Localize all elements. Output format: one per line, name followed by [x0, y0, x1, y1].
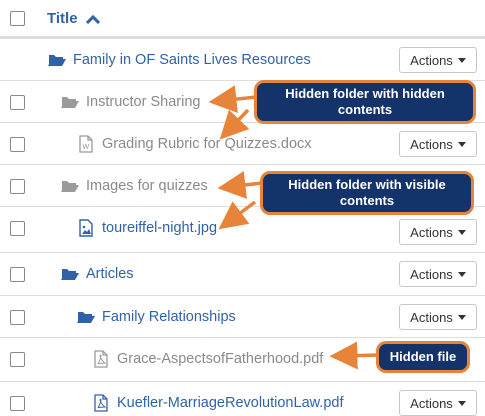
- item-label: Articles: [86, 266, 134, 282]
- item-label: Kuefler-MarriageRevolutionLaw.pdf: [117, 395, 344, 411]
- row-checkbox[interactable]: [10, 95, 25, 110]
- list-item[interactable]: Family Relationships: [76, 308, 236, 326]
- list-item[interactable]: W Grading Rubric for Quizzes.docx: [76, 135, 312, 153]
- caret-down-icon: [457, 57, 466, 63]
- item-label: Instructor Sharing: [86, 94, 201, 110]
- row-checkbox[interactable]: [10, 221, 25, 236]
- callout-text: Hidden file: [389, 349, 457, 364]
- item-label: toureiffel-night.jpg: [102, 220, 218, 236]
- folder-open-icon: [47, 51, 67, 69]
- actions-label: Actions: [410, 395, 453, 411]
- pdf-file-icon: [91, 350, 111, 368]
- item-label: Family Relationships: [102, 309, 236, 325]
- actions-button[interactable]: Actions: [399, 131, 477, 157]
- callout-hidden-file: Hidden file: [376, 341, 470, 373]
- actions-button[interactable]: Actions: [399, 304, 477, 330]
- folder-open-icon: [60, 93, 80, 111]
- folder-open-icon: [60, 265, 80, 283]
- list-item[interactable]: Articles: [60, 265, 134, 283]
- actions-button[interactable]: Actions: [399, 261, 477, 287]
- svg-text:W: W: [83, 144, 90, 151]
- caret-down-icon: [457, 229, 466, 235]
- item-label: Grace-AspectsofFatherhood.pdf: [117, 351, 324, 367]
- item-label: Grading Rubric for Quizzes.docx: [102, 136, 312, 152]
- table-row: Family in OF Saints Lives Resources Acti…: [0, 38, 485, 80]
- row-checkbox[interactable]: [10, 137, 25, 152]
- word-file-icon: W: [76, 135, 96, 153]
- actions-label: Actions: [410, 224, 453, 240]
- row-checkbox[interactable]: [10, 396, 25, 411]
- list-item[interactable]: Instructor Sharing: [60, 93, 200, 111]
- callout-text: Hidden folder with hidden contents: [285, 86, 445, 117]
- caret-down-icon: [457, 400, 466, 406]
- list-item[interactable]: Images for quizzes: [60, 177, 208, 195]
- callout-hidden-folder-hidden-contents: Hidden folder with hidden contents: [254, 80, 476, 124]
- caret-down-icon: [457, 314, 466, 320]
- image-file-icon: [76, 219, 96, 237]
- list-item[interactable]: toureiffel-night.jpg: [76, 219, 217, 237]
- list-item[interactable]: Family in OF Saints Lives Resources: [47, 51, 311, 69]
- caret-down-icon: [457, 271, 466, 277]
- list-item[interactable]: Kuefler-MarriageRevolutionLaw.pdf: [91, 394, 344, 412]
- select-all-checkbox[interactable]: [10, 11, 25, 26]
- row-checkbox[interactable]: [10, 310, 25, 325]
- table-row: Articles Actions: [0, 252, 485, 294]
- actions-button[interactable]: Actions: [399, 47, 477, 73]
- folder-open-icon: [76, 308, 96, 326]
- pdf-file-icon: [91, 394, 111, 412]
- actions-label: Actions: [410, 136, 453, 152]
- callout-text: Hidden folder with visible contents: [288, 177, 446, 208]
- row-checkbox[interactable]: [10, 352, 25, 367]
- folder-open-icon: [60, 177, 80, 195]
- actions-button[interactable]: Actions: [399, 219, 477, 245]
- table-header: Title: [0, 0, 485, 38]
- table-row: Kuefler-MarriageRevolutionLaw.pdf Action…: [0, 381, 485, 416]
- sort-ascending-icon: [85, 11, 100, 28]
- row-checkbox[interactable]: [10, 267, 25, 282]
- callout-hidden-folder-visible-contents: Hidden folder with visible contents: [260, 171, 474, 215]
- actions-label: Actions: [410, 309, 453, 325]
- actions-button[interactable]: Actions: [399, 390, 477, 416]
- actions-label: Actions: [410, 52, 453, 68]
- actions-label: Actions: [410, 266, 453, 282]
- item-label: Family in OF Saints Lives Resources: [73, 52, 311, 68]
- row-checkbox[interactable]: [10, 179, 25, 194]
- table-row: Family Relationships Actions: [0, 295, 485, 337]
- title-sort-header[interactable]: Title: [47, 10, 100, 28]
- list-item[interactable]: Grace-AspectsofFatherhood.pdf: [91, 350, 323, 368]
- table-row: W Grading Rubric for Quizzes.docx Action…: [0, 122, 485, 164]
- caret-down-icon: [457, 141, 466, 147]
- title-header-label: Title: [47, 10, 78, 27]
- item-label: Images for quizzes: [86, 178, 208, 194]
